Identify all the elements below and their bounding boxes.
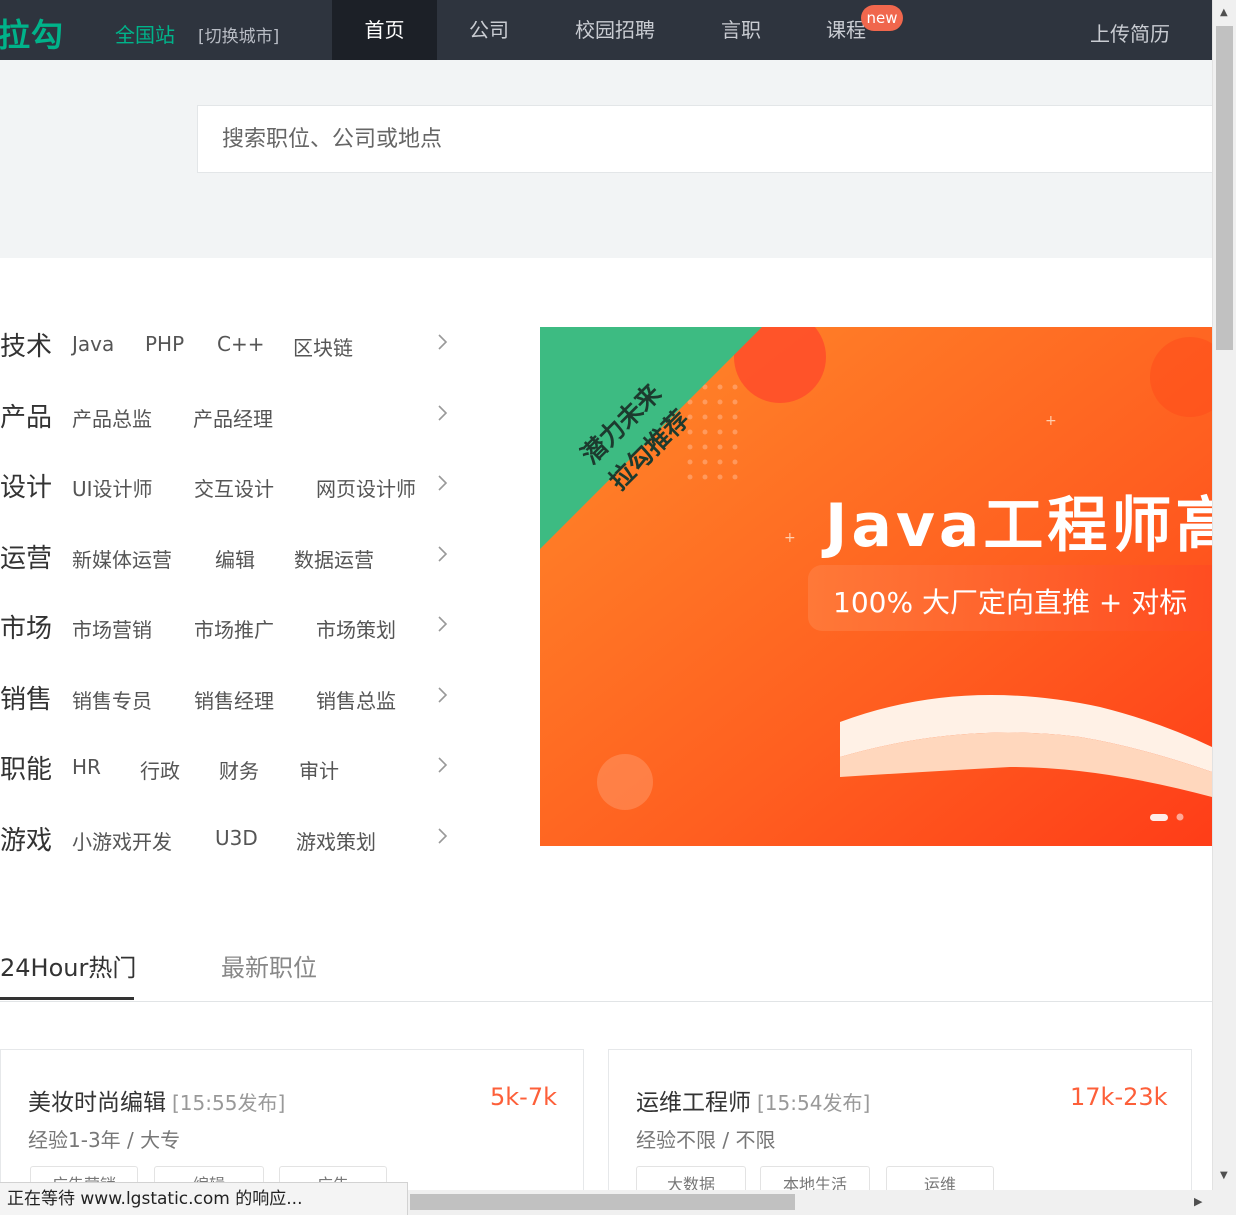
scrollbar-corner — [1212, 1190, 1236, 1215]
job-publish-time: [15:54发布] — [757, 1091, 871, 1115]
category-link[interactable]: 游戏策划 — [296, 826, 376, 855]
category-link[interactable]: 交互设计 — [194, 473, 274, 502]
job-salary: 5k-7k — [490, 1083, 557, 1111]
category-title: 销售 — [0, 685, 53, 715]
category-link[interactable]: UI设计师 — [72, 473, 153, 502]
lagou-logo[interactable]: 拉勾 — [0, 10, 64, 56]
vertical-scroll-thumb[interactable] — [1216, 26, 1233, 350]
category-link[interactable]: 编辑 — [215, 544, 255, 573]
job-salary: 17k-23k — [1070, 1083, 1168, 1111]
top-nav: 拉勾 全国站 [切换城市] 首页 公司 校园招聘 言职 课程 new 上传简历 — [0, 0, 1212, 60]
browser-status-bar: 正在等待 www.lgstatic.com 的响应... — [0, 1182, 408, 1215]
promo-banner[interactable]: + + 潜力未来 拉勾推荐 Java工程师高 100% 大厂定向直推 + 对标 — [540, 327, 1212, 846]
nav-yanzhi[interactable]: 言职 — [700, 0, 782, 60]
job-title-row[interactable]: 运维工程师 [15:54发布] — [636, 1083, 870, 1117]
category-link[interactable]: 网页设计师 — [316, 473, 416, 502]
category-row-design[interactable]: 设计 UI设计师 交互设计 网页设计师 — [0, 467, 460, 507]
category-link[interactable]: 销售经理 — [194, 685, 274, 714]
category-row-functions[interactable]: 职能 HR 行政 财务 审计 — [0, 749, 460, 789]
chevron-right-icon[interactable] — [435, 544, 449, 564]
horizontal-scrollbar[interactable]: ▶ — [408, 1190, 1212, 1215]
nav-company[interactable]: 公司 — [437, 0, 541, 60]
chevron-right-icon[interactable] — [435, 755, 449, 775]
category-row-product[interactable]: 产品 产品总监 产品经理 — [0, 397, 460, 437]
category-row-games[interactable]: 游戏 小游戏开发 U3D 游戏策划 — [0, 820, 460, 860]
chevron-right-icon[interactable] — [435, 614, 449, 634]
job-requirements: 经验不限 / 不限 — [636, 1128, 776, 1152]
chevron-right-icon[interactable] — [435, 685, 449, 705]
scroll-right-arrow-icon[interactable]: ▶ — [1194, 1195, 1202, 1208]
category-link[interactable]: 产品经理 — [193, 403, 273, 432]
vertical-scrollbar[interactable]: ▲ ▼ — [1212, 0, 1236, 1190]
category-link[interactable]: PHP — [145, 332, 184, 356]
chevron-right-icon[interactable] — [435, 403, 449, 423]
category-link[interactable]: 新媒体运营 — [72, 544, 172, 573]
category-link[interactable]: Java — [72, 332, 114, 356]
chevron-right-icon[interactable] — [435, 473, 449, 493]
category-title: 设计 — [0, 473, 53, 503]
category-row-tech[interactable]: 技术 Java PHP C++ 区块链 — [0, 326, 460, 366]
category-link[interactable]: 市场营销 — [72, 614, 152, 643]
banner-subline: 100% 大厂定向直推 + 对标 — [833, 586, 1188, 619]
category-link[interactable]: 市场推广 — [194, 614, 274, 643]
category-link[interactable]: 财务 — [219, 755, 259, 784]
category-title: 市场 — [0, 614, 53, 644]
category-link[interactable]: 区块链 — [293, 332, 353, 361]
switch-city-link[interactable]: [切换城市] — [198, 22, 279, 47]
category-link[interactable]: 销售总监 — [316, 685, 396, 714]
chevron-right-icon[interactable] — [435, 826, 449, 846]
category-link[interactable]: U3D — [215, 826, 258, 850]
search-box — [197, 105, 1217, 173]
upload-resume-link[interactable]: 上传简历 — [1090, 18, 1170, 47]
tab-divider — [0, 1001, 1212, 1002]
category-link[interactable]: 产品总监 — [72, 403, 152, 432]
svg-text:+: + — [1045, 413, 1057, 429]
category-row-marketing[interactable]: 市场 市场营销 市场推广 市场策划 — [0, 608, 460, 648]
category-link[interactable]: 审计 — [299, 755, 339, 784]
scroll-up-arrow-icon[interactable]: ▲ — [1220, 7, 1228, 18]
job-publish-time: [15:55发布] — [172, 1091, 286, 1115]
category-title: 游戏 — [0, 826, 53, 856]
category-link[interactable]: 数据运营 — [294, 544, 374, 573]
banner-headline: Java工程师高 — [825, 491, 1212, 561]
active-tab-indicator — [0, 997, 134, 1000]
horizontal-scroll-thumb[interactable] — [410, 1194, 795, 1210]
chevron-right-icon[interactable] — [435, 332, 449, 352]
current-city: 全国站 — [115, 23, 175, 47]
category-row-operations[interactable]: 运营 新媒体运营 编辑 数据运营 — [0, 538, 460, 578]
scroll-down-arrow-icon[interactable]: ▼ — [1220, 1170, 1228, 1181]
job-title[interactable]: 运维工程师 — [636, 1090, 751, 1116]
nav-home[interactable]: 首页 — [332, 0, 437, 60]
tab-24hour-hot[interactable]: 24Hour热门 — [0, 948, 136, 983]
category-link[interactable]: HR — [72, 755, 101, 779]
search-input[interactable] — [198, 106, 1216, 172]
category-title: 职能 — [0, 755, 53, 785]
category-link[interactable]: C++ — [217, 332, 264, 356]
category-link[interactable]: 行政 — [140, 755, 180, 784]
category-row-sales[interactable]: 销售 销售专员 销售经理 销售总监 — [0, 679, 460, 719]
category-link[interactable]: 小游戏开发 — [72, 826, 172, 855]
new-badge: new — [861, 5, 903, 31]
category-title: 运营 — [0, 544, 53, 574]
search-section — [0, 60, 1217, 258]
job-requirements: 经验1-3年 / 大专 — [28, 1128, 181, 1152]
job-title[interactable]: 美妆时尚编辑 — [28, 1090, 166, 1116]
svg-text:+: + — [784, 530, 796, 546]
category-title: 技术 — [0, 332, 53, 362]
job-title-row[interactable]: 美妆时尚编辑 [15:55发布] — [28, 1083, 285, 1117]
category-link[interactable]: 市场策划 — [316, 614, 396, 643]
nav-campus[interactable]: 校园招聘 — [556, 0, 674, 60]
category-title: 产品 — [0, 403, 53, 433]
category-link[interactable]: 销售专员 — [72, 685, 152, 714]
tab-latest-jobs[interactable]: 最新职位 — [221, 948, 317, 983]
